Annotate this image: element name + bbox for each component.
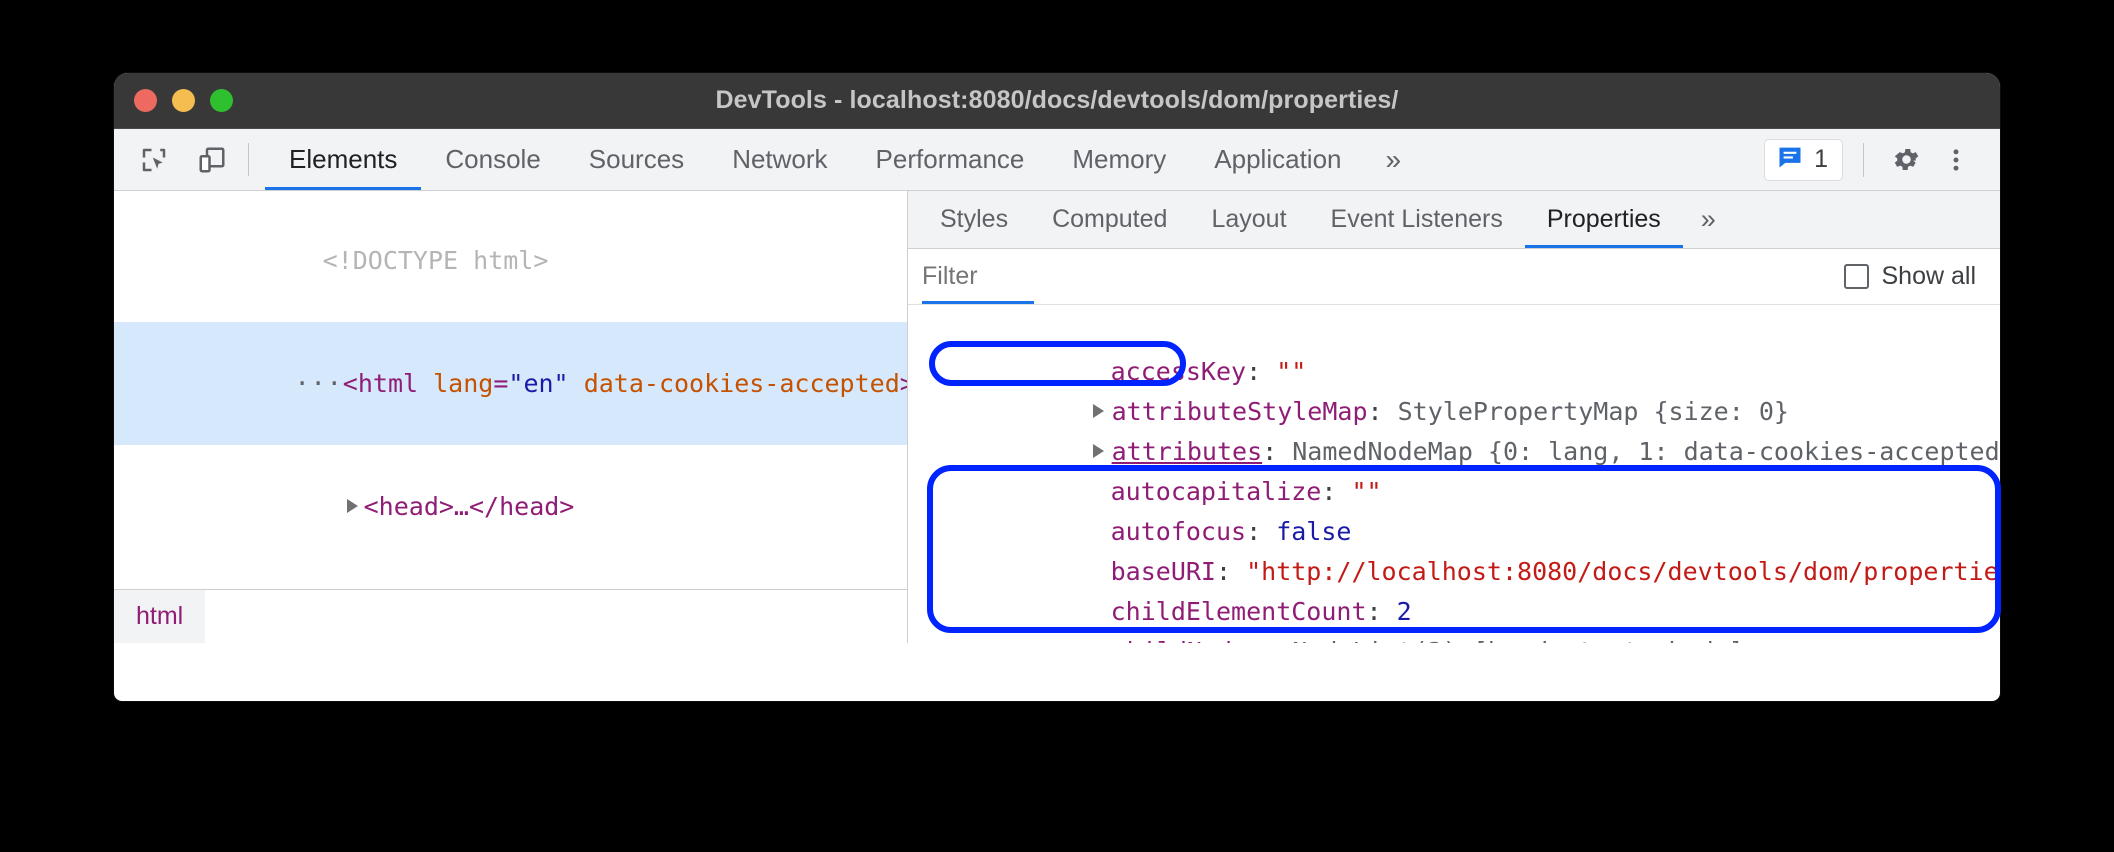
- kebab-menu-icon[interactable]: [1934, 138, 1978, 182]
- toolbar-right-divider: [1863, 143, 1864, 177]
- tab-application[interactable]: Application: [1190, 129, 1365, 190]
- tab-network[interactable]: Network: [708, 129, 851, 190]
- inspect-element-icon[interactable]: [132, 138, 176, 182]
- devtools-main-toolbar: Elements Console Sources Network Perform…: [114, 129, 2000, 191]
- attribute-equals: =: [493, 369, 508, 398]
- tab-sources[interactable]: Sources: [565, 129, 708, 190]
- elements-tree-pane: <!DOCTYPE html> ···<html lang="en" data-…: [114, 191, 908, 643]
- issues-message-icon: [1776, 143, 1804, 176]
- tab-properties[interactable]: Properties: [1525, 191, 1683, 248]
- dom-line-head[interactable]: <head>…</head>: [114, 445, 907, 568]
- more-tabs-chevron-icon[interactable]: »: [1366, 129, 1422, 190]
- attribute-value-lang: "en": [508, 369, 568, 398]
- toolbar-left-icons: [132, 129, 234, 190]
- device-toolbar-icon[interactable]: [190, 138, 234, 182]
- filter-input[interactable]: [922, 262, 1844, 291]
- devtools-panes: <!DOCTYPE html> ···<html lang="en" data-…: [114, 191, 2000, 643]
- properties-list: accessKey: "" attributeStyleMap: StylePr…: [908, 305, 2000, 643]
- toolbar-divider: [248, 143, 249, 176]
- property-row-childNodes[interactable]: childNodes: NodeList(3) [head, text, bod…: [908, 592, 2000, 632]
- tag-close-bracket: >: [900, 369, 907, 398]
- gear-icon[interactable]: [1884, 138, 1928, 182]
- devtools-window: DevTools - localhost:8080/docs/devtools/…: [114, 73, 2000, 701]
- tab-console[interactable]: Console: [421, 129, 564, 190]
- dom-tree: <!DOCTYPE html> ···<html lang="en" data-…: [114, 191, 907, 589]
- toolbar-right-controls: 1: [1764, 129, 1978, 190]
- issues-button[interactable]: 1: [1764, 139, 1843, 181]
- filter-focus-underline: [922, 301, 1034, 304]
- attribute-name-data-cookies-accepted: data-cookies-accepted: [584, 369, 900, 398]
- head-element-text: <head>…</head>: [364, 492, 575, 521]
- show-all-checkbox[interactable]: [1844, 264, 1869, 289]
- elements-sidebar-pane: Styles Computed Layout Event Listeners P…: [908, 191, 2000, 643]
- tab-layout[interactable]: Layout: [1189, 191, 1308, 248]
- attribute-name-lang: lang: [433, 369, 493, 398]
- tab-elements[interactable]: Elements: [265, 129, 421, 190]
- sidebar-more-tabs-chevron-icon[interactable]: »: [1683, 191, 1734, 248]
- window-title: DevTools - localhost:8080/docs/devtools/…: [114, 86, 2000, 115]
- property-row-autocapitalize[interactable]: autocapitalize: "": [908, 432, 2000, 472]
- sidebar-tabs: Styles Computed Layout Event Listeners P…: [908, 191, 2000, 249]
- dom-line-doctype[interactable]: <!DOCTYPE html>: [114, 199, 907, 322]
- dom-line-html-element[interactable]: ···<html lang="en" data-cookies-accepted…: [114, 322, 907, 445]
- panel-tabs: Elements Console Sources Network Perform…: [265, 129, 1366, 190]
- property-row-baseURI[interactable]: baseURI: "http://localhost:8080/docs/dev…: [908, 512, 2000, 552]
- breadcrumb: html: [114, 589, 907, 643]
- property-row-attributes[interactable]: attributes: NamedNodeMap {0: lang, 1: da…: [908, 392, 2000, 432]
- tab-memory[interactable]: Memory: [1048, 129, 1190, 190]
- property-row-accessKey[interactable]: accessKey: "": [908, 312, 2000, 352]
- show-all-toggle[interactable]: Show all: [1844, 262, 1977, 291]
- property-row-children[interactable]: children: HTMLCollection(2) [head, body]: [908, 632, 2000, 643]
- tag-name: html: [358, 369, 418, 398]
- window-titlebar: DevTools - localhost:8080/docs/devtools/…: [114, 73, 2000, 129]
- tag-open-bracket: <: [343, 369, 358, 398]
- property-row-childElementCount[interactable]: childElementCount: 2: [908, 552, 2000, 592]
- show-all-label: Show all: [1882, 262, 1977, 291]
- doctype-text: <!DOCTYPE html>: [323, 246, 549, 275]
- screenshot-root: DevTools - localhost:8080/docs/devtools/…: [0, 0, 2114, 852]
- property-row-attributeStyleMap[interactable]: attributeStyleMap: StylePropertyMap {siz…: [908, 352, 2000, 392]
- dom-line-body[interactable]: <body>…</body>: [114, 568, 907, 589]
- breadcrumb-item-html[interactable]: html: [114, 590, 205, 643]
- tab-event-listeners[interactable]: Event Listeners: [1309, 191, 1525, 248]
- issues-count: 1: [1814, 145, 1828, 174]
- expand-triangle-icon[interactable]: [347, 499, 358, 513]
- tab-computed[interactable]: Computed: [1030, 191, 1189, 248]
- filter-row: Show all: [908, 249, 2000, 305]
- truncation-dots: ···: [295, 369, 343, 398]
- tab-performance[interactable]: Performance: [852, 129, 1049, 190]
- property-row-autofocus[interactable]: autofocus: false: [908, 472, 2000, 512]
- tab-styles[interactable]: Styles: [918, 191, 1030, 248]
